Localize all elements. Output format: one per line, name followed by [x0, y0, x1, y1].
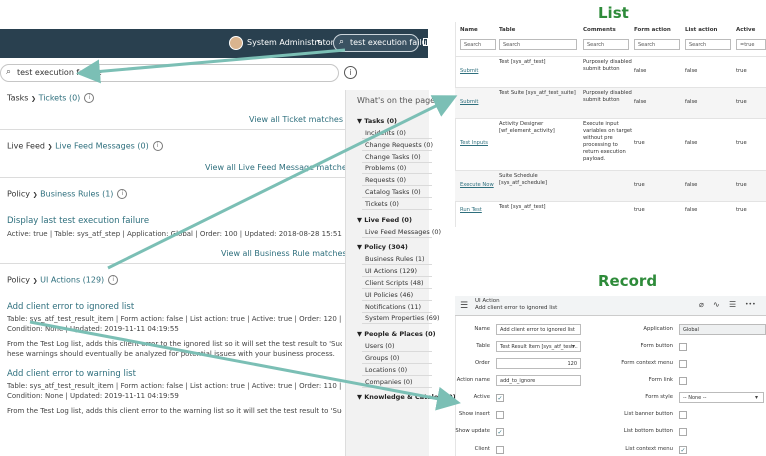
arrow-result-to-record	[29, 320, 461, 411]
arrow-ui-actions-to-list	[107, 95, 458, 270]
annotation-arrows	[29, 48, 461, 411]
composite-screenshot: System Administrator ▾ ⌕ test execution …	[0, 0, 766, 456]
arrow-search-to-main	[76, 48, 346, 84]
